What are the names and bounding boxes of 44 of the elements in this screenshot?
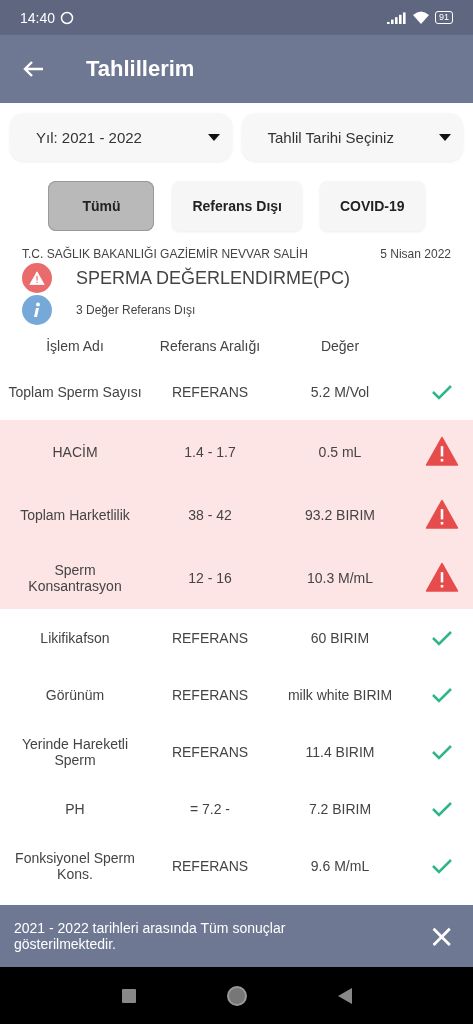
filter-tab[interactable]: COVID-19 [319,181,425,231]
table-cell-text: 0.5 mL [317,443,363,460]
table-cell-text: REFERANS [170,686,250,703]
dropdown[interactable]: Tahlil Tarihi Seçiniz [241,113,463,161]
table-cell-text: 7.2 BIRIM [307,800,373,817]
institution-name: T.C. SAĞLIK BAKANLIĞI GAZİEMİR NEVVAR SALİH [22,247,308,261]
table-cell-text: 93.2 BIRIM [304,506,376,523]
column-header: Değer [319,338,361,354]
table-cell-text: HACİM [51,443,99,460]
table-cell-text: 11.4 BIRIM [304,743,376,760]
status-time: 14:40 [20,9,56,26]
column-header: Referans Aralığı [158,338,262,354]
column-header: İşlem Adı [45,338,105,354]
snackbar-message: 2021 - 2022 tarihleri arasında Tüm sonuçlar gösterilmektedir. [14,920,287,952]
table-cell-text: Yerinde Hareketli Sperm [20,735,130,768]
battery-indicator: 91 [435,11,453,24]
report-date: 5 Nisan 2022 [380,247,451,261]
table-cell-text: REFERANS [170,743,250,760]
table-cell-text: milk white BIRIM [286,686,394,703]
table-cell-text: 12 - 16 [187,569,233,586]
table-cell-text: Likifikafson [39,629,111,646]
table-cell-text: REFERANS [170,857,250,874]
table-cell-text: PH [64,800,86,817]
table-cell-text: 1.4 - 1.7 [183,443,237,460]
table-cell-text: Toplam Harketlilik [19,506,131,523]
table-cell-text: REFERANS [170,383,250,400]
close-button[interactable]: × [424,917,459,955]
filter-tab[interactable]: Referans Dışı [172,181,302,231]
test-name: SPERMA DEĞERLENDIRME(PC) [76,267,351,289]
table-cell-text: 9.6 M/mL [309,857,371,874]
table-cell-text: = 7.2 - [188,800,232,817]
table-cell-text: 5.2 M/Vol [309,383,371,400]
table-cell-text: Toplam Sperm Sayısı [7,383,143,400]
table-cell-text: 10.3 M/mL [305,569,375,586]
table-cell-text: REFERANS [170,629,250,646]
filter-tab[interactable]: Tümü [48,181,155,231]
table-cell-text: Sperm Konsantrasyon [27,561,123,594]
table-cell-text: Fonksiyonel Sperm Kons. [14,849,136,882]
table-cell-text: 38 - 42 [187,506,233,523]
summary-text: 3 Değer Referans Dışı [76,303,196,317]
table-cell-text: 60 BIRIM [309,629,371,646]
screen-title: Tahlillerim [86,56,195,82]
dropdown[interactable]: Yıl: 2021 - 2022 [10,113,232,161]
table-cell-text: Görünüm [44,686,106,703]
